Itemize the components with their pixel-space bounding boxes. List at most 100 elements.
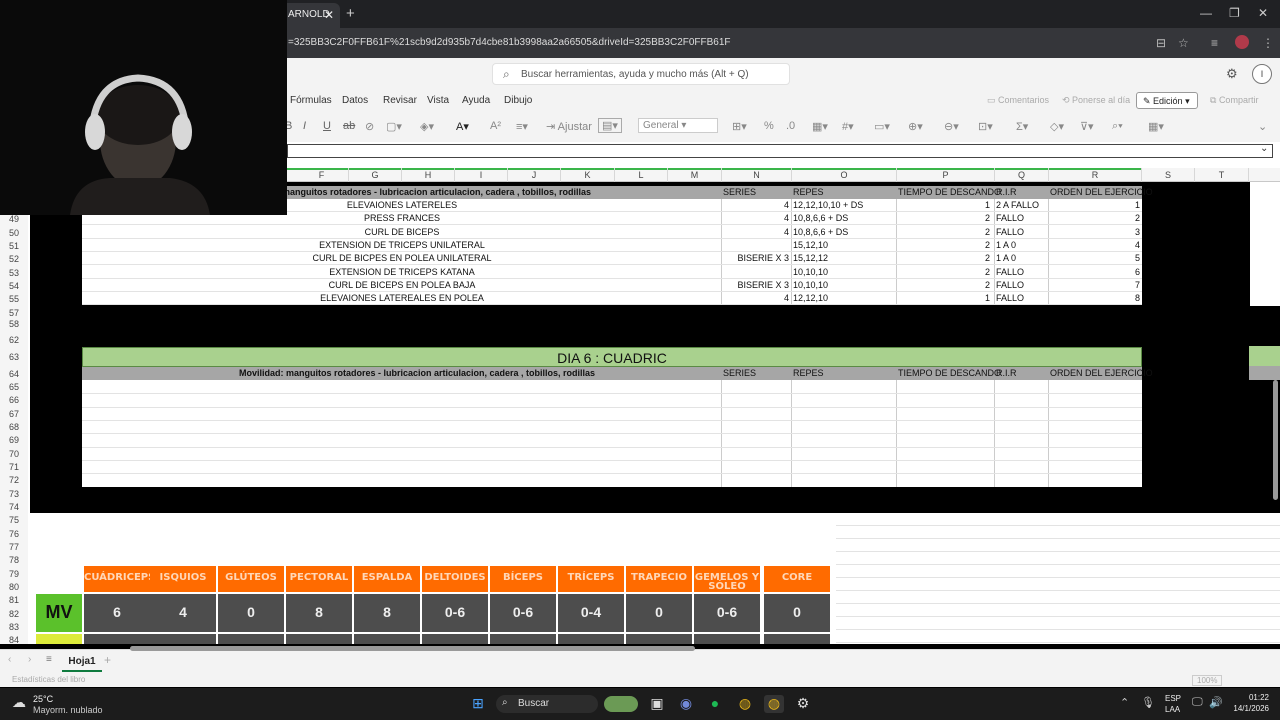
microphone-icon[interactable]: 🎙 <box>1141 696 1155 709</box>
spotify-icon[interactable]: ● <box>705 695 725 713</box>
vertical-scrollbar[interactable] <box>1273 380 1278 500</box>
account-avatar[interactable]: I <box>1252 64 1272 84</box>
cell-series[interactable]: BISERIE X 3 <box>723 253 789 263</box>
horizontal-scrollbar[interactable] <box>130 646 695 651</box>
cell-name[interactable]: ELEVAIONES LATEREALES EN POLEA <box>82 293 722 303</box>
zoom-level[interactable]: 100% <box>1192 675 1223 686</box>
sheet-tab-hoja1[interactable]: Hoja1 <box>62 650 102 672</box>
row-76[interactable]: 76 <box>0 529 28 539</box>
row-73[interactable]: 73 <box>0 489 28 499</box>
cell-orden[interactable]: 6 <box>1050 267 1140 277</box>
cell-rir[interactable]: FALLO <box>996 280 1046 290</box>
cell-repes[interactable]: 12,12,10,10 + DS <box>793 200 893 210</box>
fill-color-icon[interactable]: ◈▾ <box>420 120 434 133</box>
restore-icon[interactable]: ❐ <box>1229 6 1240 20</box>
install-app-icon[interactable]: ⊟ <box>1156 36 1166 50</box>
all-sheets-icon[interactable]: ≡ <box>46 654 52 665</box>
find-icon[interactable]: ⌕▾ <box>1112 120 1123 133</box>
cell-rir[interactable]: FALLO <box>996 293 1046 303</box>
close-tab-icon[interactable]: ✕ <box>324 8 334 22</box>
clock-time[interactable]: 01:22 <box>1229 693 1269 702</box>
row-69[interactable]: 69 <box>0 435 28 445</box>
cell-repes[interactable]: 15,12,12 <box>793 253 893 263</box>
row-81[interactable]: 81 <box>0 595 28 605</box>
cell-series[interactable]: 4 <box>723 213 789 223</box>
expand-formula-icon[interactable]: ⌄ <box>1260 143 1268 154</box>
cell-descanso[interactable]: 2 <box>898 227 990 237</box>
col-s[interactable]: S <box>1142 168 1195 182</box>
cell-orden[interactable]: 2 <box>1050 213 1140 223</box>
col-j[interactable]: J <box>508 168 561 182</box>
cell-repes[interactable]: 10,10,10 <box>793 267 893 277</box>
underline-icon[interactable]: U <box>323 120 331 132</box>
col-p[interactable]: P <box>897 168 995 182</box>
row-68[interactable]: 68 <box>0 422 28 432</box>
row-52[interactable]: 52 <box>0 254 28 264</box>
row-83[interactable]: 83 <box>0 622 28 632</box>
widgets-icon[interactable] <box>604 696 638 712</box>
row-79[interactable]: 79 <box>0 569 28 579</box>
cell-series[interactable]: 4 <box>723 293 789 303</box>
tab-vista[interactable]: Vista <box>427 95 449 106</box>
col-i[interactable]: I <box>455 168 508 182</box>
cell-orden[interactable]: 5 <box>1050 253 1140 263</box>
settings-gear-icon[interactable]: ⚙ <box>1226 66 1238 82</box>
profile-avatar[interactable] <box>1235 35 1249 49</box>
weather-temp[interactable]: 25°C <box>33 694 53 704</box>
row-71[interactable]: 71 <box>0 462 28 472</box>
row-84[interactable]: 84 <box>0 635 28 645</box>
editing-mode-dropdown[interactable]: ✎ Edición ▾ <box>1136 92 1198 109</box>
cell-orden[interactable]: 3 <box>1050 227 1140 237</box>
col-o[interactable]: O <box>792 168 897 182</box>
highlight-icon[interactable]: ⊘ <box>365 120 374 133</box>
percent-icon[interactable]: % <box>764 120 774 132</box>
font-size-icon[interactable]: A² <box>490 120 501 132</box>
col-q[interactable]: Q <box>995 168 1049 182</box>
language-layout[interactable]: LAA <box>1165 705 1180 714</box>
sort-filter-icon[interactable]: ⊽▾ <box>1080 120 1094 133</box>
align-icon[interactable]: ≡▾ <box>516 120 528 133</box>
format-cells-icon[interactable]: ⊡▾ <box>978 120 993 133</box>
col-k[interactable]: K <box>561 168 615 182</box>
tab-revisar[interactable]: Revisar <box>383 95 417 106</box>
cell-orden[interactable]: 8 <box>1050 293 1140 303</box>
row-65[interactable]: 65 <box>0 382 28 392</box>
wrap-text-button[interactable]: ⇥ Ajustar <box>546 120 592 133</box>
col-l[interactable]: L <box>615 168 668 182</box>
cell-name[interactable]: EXTENSION DE TRICEPS UNILATERAL <box>82 240 722 250</box>
row-67[interactable]: 67 <box>0 409 28 419</box>
cell-descanso[interactable]: 2 <box>898 267 990 277</box>
taskbar-search[interactable]: ⌕ Buscar <box>496 695 598 713</box>
url-field[interactable]: =325BB3C2F0FFB61F%21scb9d2d935b7d4cbe81b… <box>288 37 731 48</box>
row-80[interactable]: 80 <box>0 582 28 592</box>
tray-chevron-icon[interactable]: ⌃ <box>1120 696 1129 709</box>
cell-descanso[interactable]: 1 <box>898 293 990 303</box>
col-n[interactable]: N <box>722 168 792 182</box>
workbook-stats[interactable]: Estadísticas del libro <box>12 675 85 684</box>
language-code[interactable]: ESP <box>1165 694 1181 703</box>
col-g[interactable]: G <box>349 168 402 182</box>
reading-list-icon[interactable]: ≡ <box>1211 36 1218 50</box>
browser-menu-icon[interactable]: ⋮ <box>1262 36 1274 50</box>
cell-descanso[interactable]: 2 <box>898 213 990 223</box>
row-78[interactable]: 78 <box>0 555 28 565</box>
chrome-icon[interactable]: ◍ <box>735 695 755 713</box>
cell-series[interactable]: 4 <box>723 200 789 210</box>
number-format-dropdown[interactable]: General ▾ <box>638 118 718 133</box>
search-input[interactable]: ⌕ Buscar herramientas, ayuda y mucho más… <box>492 63 790 85</box>
row-77[interactable]: 77 <box>0 542 28 552</box>
cell-name[interactable]: CURL DE BICEPS <box>82 227 722 237</box>
row-63[interactable]: 63 <box>0 352 28 362</box>
cell-rir[interactable]: FALLO <box>996 227 1046 237</box>
cell-descanso[interactable]: 2 <box>898 240 990 250</box>
row-55[interactable]: 55 <box>0 294 28 304</box>
cell-orden[interactable]: 4 <box>1050 240 1140 250</box>
cell-series[interactable]: BISERIE X 3 <box>723 280 789 290</box>
tab-datos[interactable]: Datos <box>342 95 368 106</box>
row-70[interactable]: 70 <box>0 449 28 459</box>
cell-orden[interactable]: 1 <box>1050 200 1140 210</box>
strikethrough-icon[interactable]: ab <box>343 120 355 132</box>
tab-dibujo[interactable]: Dibujo <box>504 95 532 106</box>
currency-icon[interactable]: ⊞▾ <box>732 120 747 133</box>
conditional-format-icon[interactable]: ▦▾ <box>812 120 828 133</box>
